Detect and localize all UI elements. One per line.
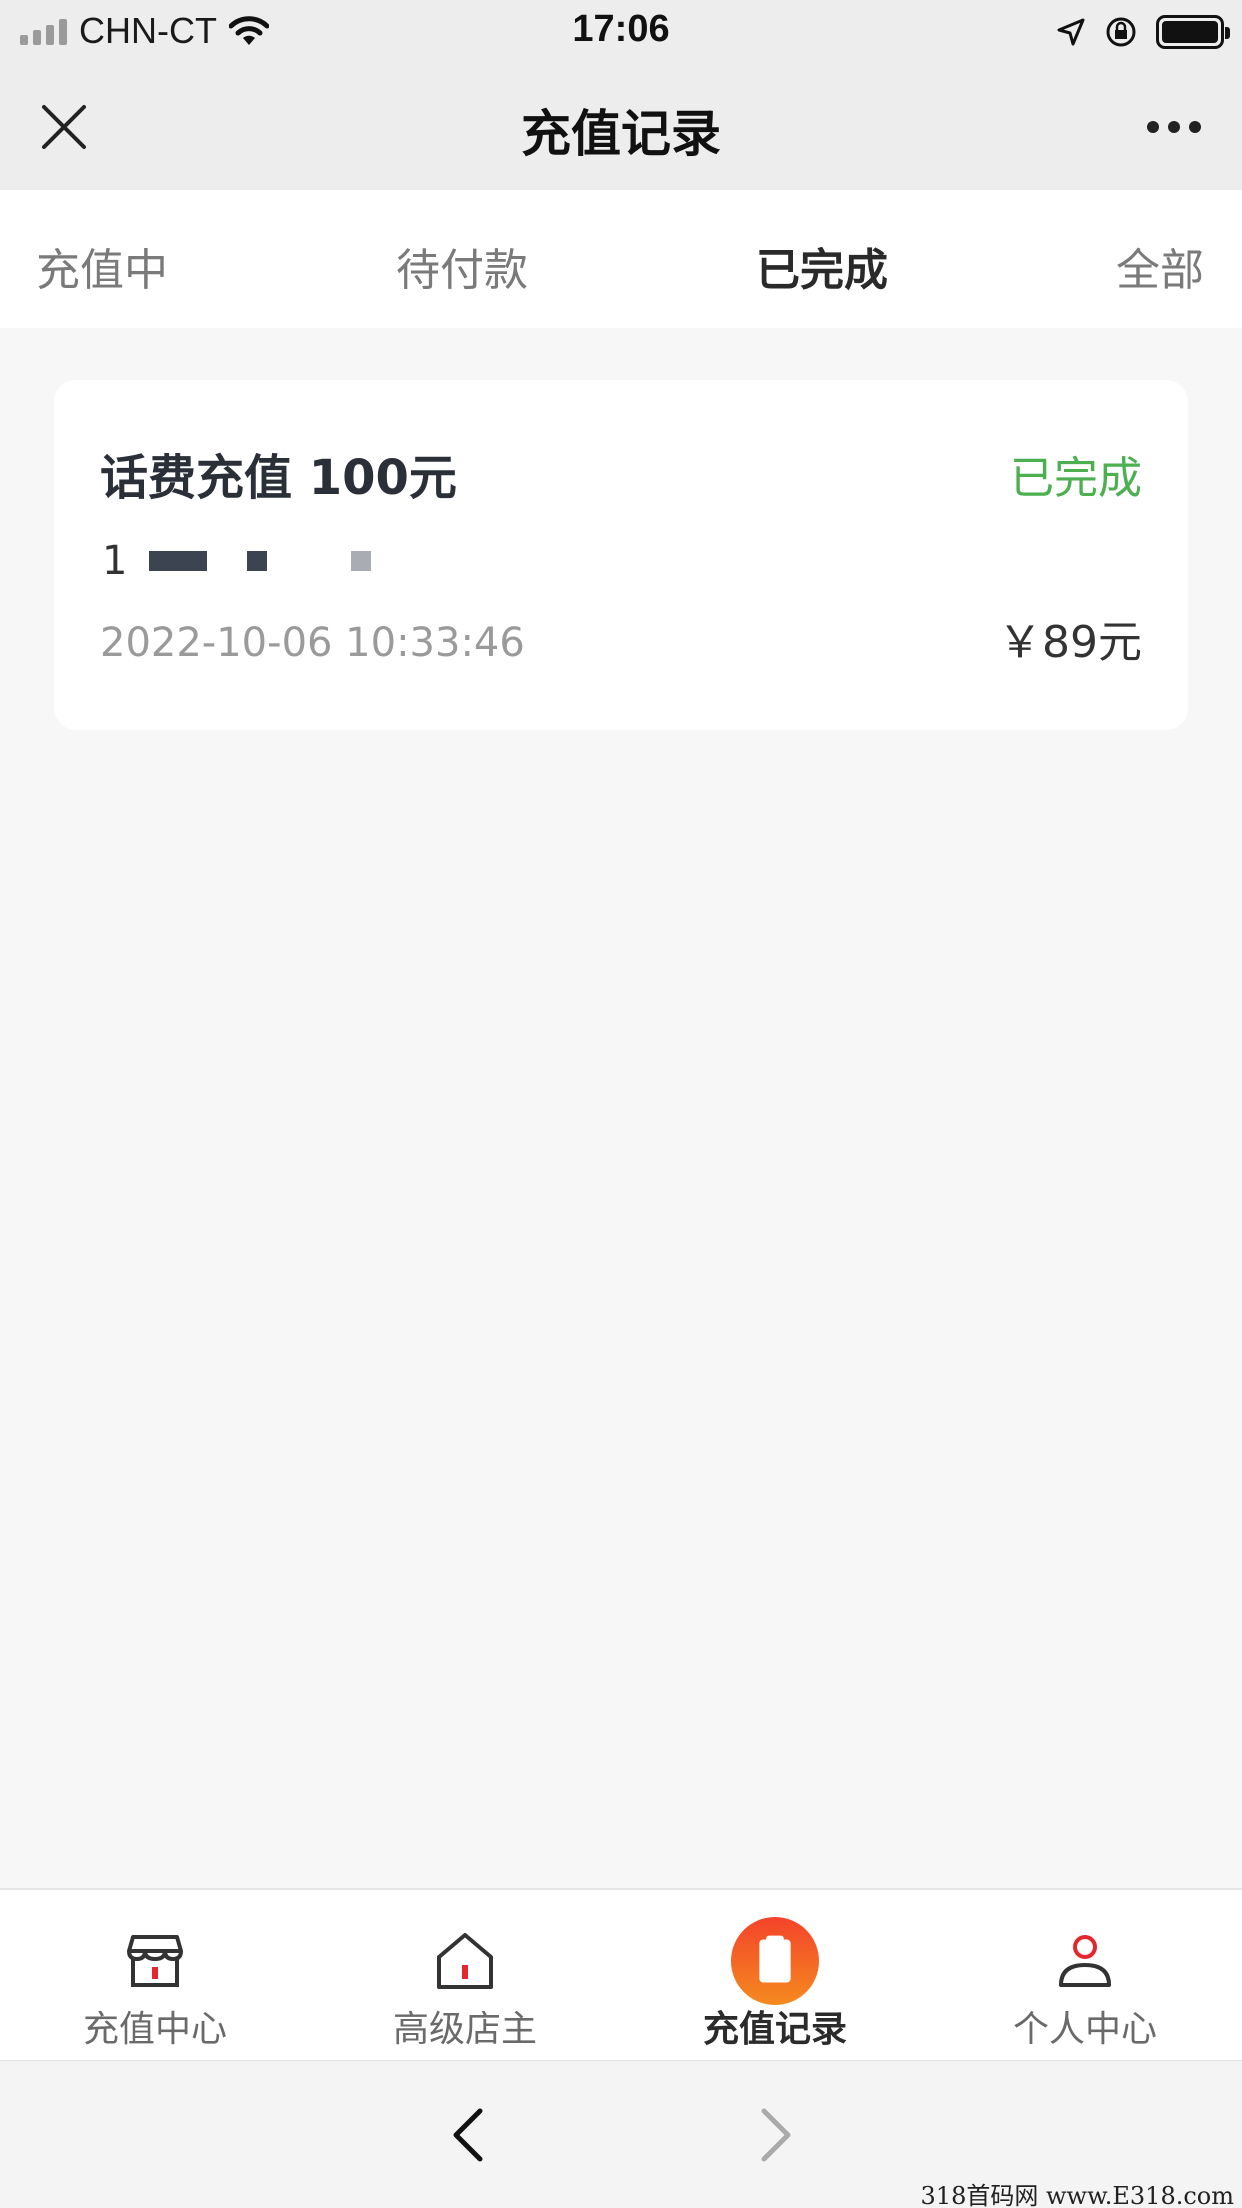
- bottom-tab-personal-center[interactable]: 个人中心: [930, 1890, 1240, 2062]
- nav-bar: 充值记录: [0, 62, 1242, 190]
- forward-button[interactable]: [744, 2105, 804, 2165]
- tab-all[interactable]: 全部: [1116, 234, 1204, 298]
- rotation-lock-icon: [1106, 17, 1136, 47]
- order-price: ￥89元: [998, 617, 1142, 668]
- order-datetime: 2022-10-06 10:33:46: [100, 620, 525, 666]
- phone-number: 1: [102, 538, 372, 584]
- status-bar: CHN-CT 17:06: [0, 0, 1242, 62]
- page-title: 充值记录: [521, 105, 721, 163]
- tab-in-progress[interactable]: 充值中: [36, 234, 168, 298]
- bottom-tab-bar: 充值中心 高级店主 充值记录 个人中心: [0, 1888, 1242, 2060]
- redacted-mask: [247, 551, 268, 571]
- bottom-tab-recharge-records[interactable]: 充值记录: [620, 1890, 930, 2062]
- person-icon: [1040, 1916, 1130, 2006]
- bottom-tab-premium-shopkeeper[interactable]: 高级店主: [310, 1890, 620, 2062]
- order-status-tabs: 充值中 待付款 已完成 全部: [0, 190, 1242, 328]
- chevron-right-icon: [761, 2108, 791, 2162]
- bottom-tab-label: 高级店主: [392, 2009, 537, 2050]
- bottom-tab-label: 个人中心: [1012, 2009, 1157, 2050]
- more-button[interactable]: [1112, 102, 1202, 152]
- redacted-mask: [149, 551, 208, 571]
- order-card[interactable]: 话费充值 100元 已完成 1 2022-10-06 10:33:46 ￥89元: [54, 380, 1188, 730]
- house-icon: [420, 1916, 510, 2006]
- battery-icon: [1156, 15, 1230, 49]
- bottom-tab-label: 充值记录: [702, 2009, 847, 2050]
- watermark: 318首码网 www.E318.com: [920, 2182, 1234, 2208]
- clipboard-icon: [730, 1916, 820, 2006]
- location-arrow-icon: [1057, 18, 1085, 46]
- order-status: 已完成: [1010, 453, 1142, 504]
- redacted-mask: [351, 551, 372, 571]
- store-icon: [110, 1916, 200, 2006]
- chevron-left-icon: [453, 2108, 483, 2162]
- order-title: 话费充值 100元: [100, 450, 457, 506]
- tab-pending-payment[interactable]: 待付款: [396, 234, 528, 298]
- more-dots-icon: [1147, 121, 1201, 133]
- phone-prefix: 1: [102, 538, 128, 584]
- bottom-tab-label: 充值中心: [82, 2009, 227, 2050]
- tab-completed[interactable]: 已完成: [756, 234, 888, 298]
- bottom-tab-recharge-center[interactable]: 充值中心: [0, 1890, 310, 2062]
- back-button[interactable]: [440, 2105, 500, 2165]
- status-right: [1056, 12, 1230, 52]
